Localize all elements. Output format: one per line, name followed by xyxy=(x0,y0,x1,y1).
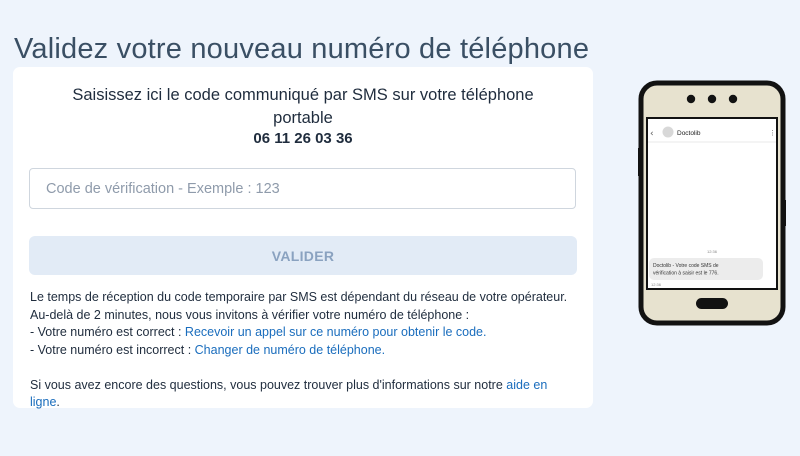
phone-side-button-left xyxy=(638,148,642,176)
help-suffix: . xyxy=(56,395,60,409)
more-options-icon: ⋮ xyxy=(769,129,776,137)
incorrect-number-line: - Votre numéro est incorrect : Changer d… xyxy=(30,342,578,360)
change-number-link[interactable]: Changer de numéro de téléphone. xyxy=(195,343,385,357)
verification-code-input[interactable] xyxy=(29,168,576,209)
help-line: Si vous avez encore des questions, vous … xyxy=(30,377,578,412)
sms-text-line1: Doctolib - Votre code SMS de xyxy=(653,263,719,269)
info-paragraph: Le temps de réception du code temporaire… xyxy=(30,290,568,322)
sms-sender: Doctolib xyxy=(677,130,701,137)
sms-bubble xyxy=(649,258,763,280)
correct-number-line: - Votre numéro est correct : Recevoir un… xyxy=(30,324,578,342)
phone-side-button-right xyxy=(782,200,786,226)
camera-dot xyxy=(686,94,696,104)
validate-button[interactable]: VALIDER xyxy=(29,236,577,275)
camera-dot xyxy=(728,94,738,104)
contact-avatar-icon xyxy=(662,126,674,138)
receive-call-link[interactable]: Recevoir un appel sur ce numéro pour obt… xyxy=(185,325,487,339)
help-label: Si vous avez encore des questions, vous … xyxy=(30,377,507,392)
home-button-icon xyxy=(696,298,728,309)
sms-timestamp-bottom: 12:36 xyxy=(651,282,662,287)
sms-timestamp-top: 12:36 xyxy=(707,249,718,254)
phone-number: 06 11 26 03 36 xyxy=(253,130,353,147)
validation-card: Saisissez ici le code communiqué par SMS… xyxy=(13,67,593,409)
incorrect-number-label: - Votre numéro est incorrect : xyxy=(30,342,195,357)
info-text: Le temps de réception du code temporaire… xyxy=(30,289,578,412)
camera-dot xyxy=(707,94,717,104)
back-arrow-icon: ‹ xyxy=(650,129,654,139)
phone-illustration: ‹ Doctolib ⋮ 12:36 Doctolib - Votre code… xyxy=(638,80,786,326)
sms-instruction: Saisissez ici le code communiqué par SMS… xyxy=(72,86,534,127)
sms-text-line2: vérification à saisir est le 776. xyxy=(653,271,719,277)
correct-number-label: - Votre numéro est correct : xyxy=(30,325,185,339)
page-title: Validez votre nouveau numéro de téléphon… xyxy=(14,33,590,66)
